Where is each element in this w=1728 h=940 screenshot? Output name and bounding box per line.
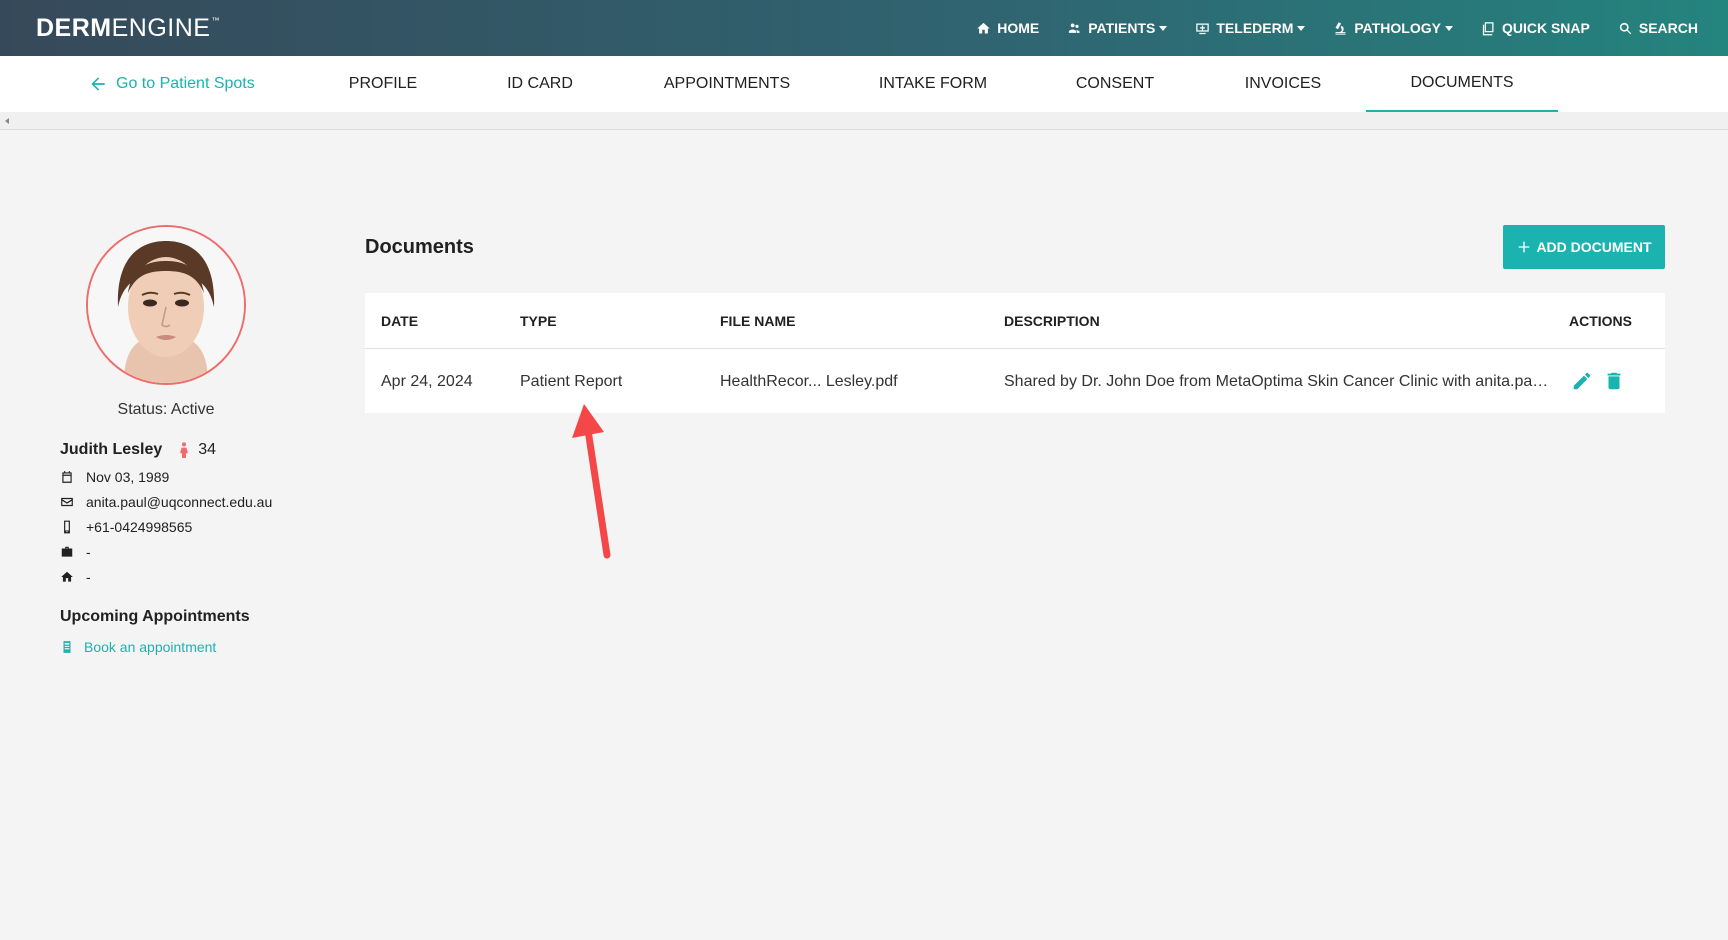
patient-dob: Nov 03, 1989 — [86, 469, 170, 485]
patient-work: - — [86, 544, 91, 560]
plus-icon — [1519, 241, 1530, 253]
female-icon — [180, 442, 189, 458]
phone-icon — [64, 520, 70, 534]
scroll-left-icon[interactable] — [5, 118, 9, 124]
delete-button[interactable] — [1603, 370, 1625, 392]
patients-icon — [1069, 23, 1080, 33]
nav-telederm[interactable]: TELEDERM — [1181, 0, 1319, 56]
edit-button[interactable] — [1571, 370, 1593, 392]
nav-pathology[interactable]: PATHOLOGY — [1319, 0, 1467, 56]
add-document-button[interactable]: ADD DOCUMENT — [1503, 225, 1665, 269]
pencil-icon — [1573, 372, 1591, 390]
cell-file-name[interactable]: HealthRecor... Lesley.pdf — [720, 350, 898, 413]
tab-invoices[interactable]: INVOICES — [1210, 56, 1356, 112]
patient-phone-row: +61-0424998565 — [60, 519, 192, 535]
patient-age: 34 — [178, 441, 216, 459]
patient-phone: +61-0424998565 — [86, 519, 193, 535]
microscope-icon — [1335, 21, 1346, 35]
top-navbar: DERMENGINE™ HOME PATIENTS TELEDERM PATHO… — [0, 0, 1728, 56]
column-actions: ACTIONS — [1569, 313, 1632, 329]
column-description[interactable]: DESCRIPTION — [1004, 293, 1100, 349]
cell-date: Apr 24, 2024 — [381, 372, 473, 390]
nav-home[interactable]: HOME — [962, 0, 1053, 56]
trash-icon — [1607, 372, 1621, 390]
patient-address-row: - — [60, 569, 91, 585]
documents-table: DATE TYPE FILE NAME DESCRIPTION ACTIONS … — [365, 293, 1665, 413]
nav-search[interactable]: SEARCH — [1604, 0, 1712, 56]
quick-snap-icon — [1482, 21, 1494, 35]
chevron-down-icon — [1159, 25, 1168, 31]
patient-dob-row: Nov 03, 1989 — [60, 469, 169, 485]
mail-icon — [61, 497, 73, 507]
horizontal-scrollbar[interactable] — [0, 112, 1728, 130]
patient-name: Judith Lesley — [60, 441, 163, 458]
dermengine-logo[interactable]: DERMENGINE™ — [36, 14, 220, 43]
column-file-name[interactable]: FILE NAME — [720, 293, 795, 349]
tab-consent[interactable]: CONSENT — [1050, 56, 1180, 112]
annotation-arrow — [572, 404, 611, 559]
patient-email-row: anita.paul@uqconnect.edu.au — [60, 494, 272, 510]
appointment-icon — [63, 641, 71, 653]
search-icon — [1619, 22, 1632, 34]
arrow-left-icon — [91, 77, 105, 91]
cell-description: Shared by Dr. John Doe from MetaOptima S… — [1004, 373, 1552, 390]
chevron-down-icon — [1297, 25, 1306, 31]
calendar-icon — [62, 471, 72, 483]
chevron-down-icon — [1444, 25, 1453, 31]
patient-status: Status: Active — [117, 401, 215, 418]
tab-intake-form[interactable]: INTAKE FORM — [848, 56, 1018, 112]
upcoming-appointments-title: Upcoming Appointments — [60, 608, 250, 625]
telederm-icon — [1196, 23, 1210, 34]
table-header: DATE TYPE FILE NAME DESCRIPTION ACTIONS — [365, 293, 1665, 349]
column-date[interactable]: DATE — [381, 293, 418, 349]
home-icon — [977, 22, 990, 33]
documents-title: Documents — [365, 236, 474, 258]
tab-documents[interactable]: DOCUMENTS — [1366, 56, 1558, 112]
nav-patients[interactable]: PATIENTS — [1053, 0, 1181, 56]
patient-work-row: - — [60, 544, 91, 560]
tab-profile[interactable]: PROFILE — [318, 56, 448, 112]
patient-photo — [88, 227, 244, 383]
patient-address: - — [86, 569, 91, 585]
back-to-patient-spots-link[interactable]: Go to Patient Spots — [88, 56, 255, 112]
home-icon — [61, 571, 73, 582]
tab-id-card[interactable]: ID CARD — [470, 56, 610, 112]
briefcase-icon — [61, 546, 73, 557]
main-nav: HOME PATIENTS TELEDERM PATHOLOGY QUICK S… — [962, 0, 1712, 56]
patient-tabbar: Go to Patient Spots PROFILE ID CARD APPO… — [0, 56, 1728, 112]
patient-name-row: Judith Lesley 34 — [60, 441, 216, 459]
avatar — [86, 225, 246, 385]
tab-appointments[interactable]: APPOINTMENTS — [640, 56, 814, 112]
column-type[interactable]: TYPE — [520, 293, 557, 349]
nav-quick-snap[interactable]: QUICK SNAP — [1467, 0, 1604, 56]
book-appointment-link[interactable]: Book an appointment — [60, 639, 216, 655]
patient-email: anita.paul@uqconnect.edu.au — [86, 494, 273, 510]
